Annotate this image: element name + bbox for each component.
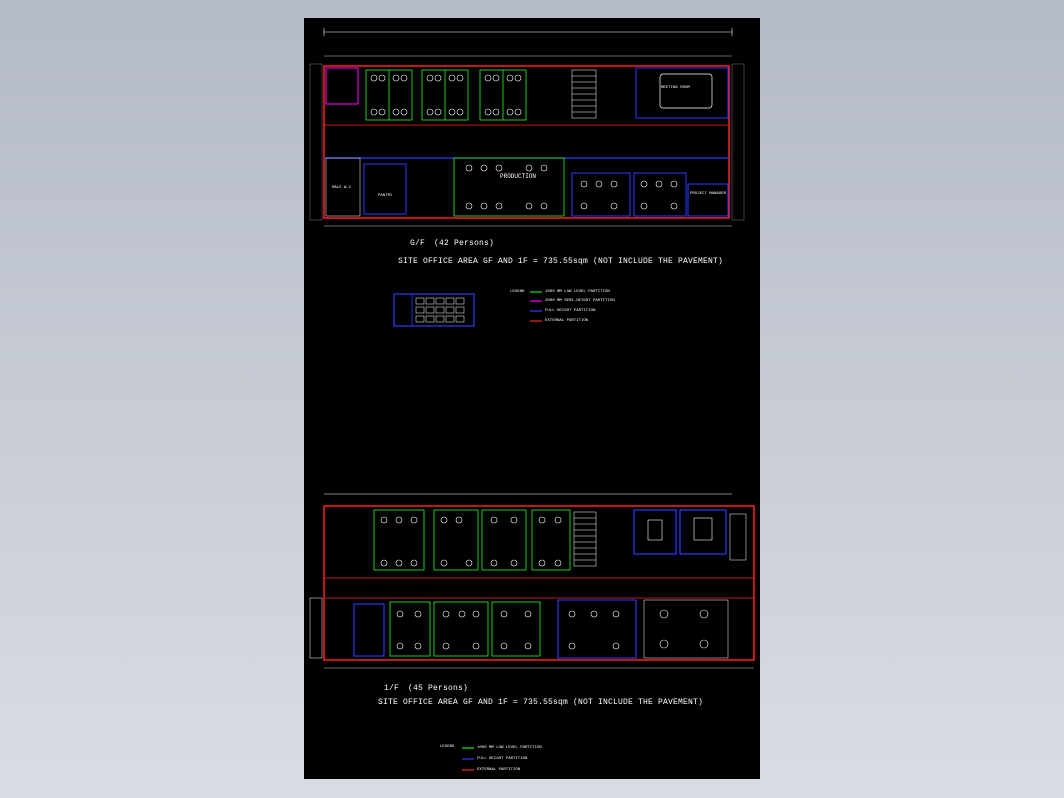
ff-legend-title: LEGEND (440, 745, 455, 749)
partition-key-plan (393, 293, 475, 327)
gf-meeting-room (635, 67, 729, 119)
gf-legend-title: LEGEND (510, 290, 525, 294)
ff-legend-item-3: EXTERNAL PARTITION (477, 768, 521, 772)
ff-legend-item-2: FULL HEIGHT PARTITION (477, 757, 528, 761)
ff-upper-workstations (373, 509, 571, 571)
ff-right-stair (729, 513, 747, 561)
gf-persons: (42 Persons) (434, 239, 495, 248)
ground-floor-plan (309, 28, 745, 227)
gf-office-partition (325, 67, 359, 105)
ff-legend-swatches (462, 747, 474, 771)
drawing-sheet: MEETING ROOM PRODUCTION MALE W.C PANTRY … (304, 18, 760, 779)
gf-left-pavement (309, 63, 323, 221)
gf-pantry (363, 163, 407, 215)
gf-legend-item-1: 1000 MM LOW LEVEL PARTITION (545, 290, 610, 294)
gf-right-pavement (731, 63, 745, 221)
ff-upper-chairs (380, 516, 562, 567)
ff-lower-chairs (396, 609, 709, 650)
gf-meeting-room-label: MEETING ROOM (661, 86, 690, 90)
gf-legend-item-4: EXTERNAL PARTITION (545, 319, 589, 323)
gf-office-a (571, 172, 631, 217)
gf-male-wc-label: MALE W.C (332, 186, 352, 190)
ff-office-a (633, 509, 677, 555)
gf-upper-workstations (365, 69, 527, 121)
ff-area-note: SITE OFFICE AREA GF AND 1F = 735.55sqm (… (378, 698, 704, 707)
ff-lower-workstations (389, 601, 541, 657)
gf-legend-swatches (530, 291, 542, 322)
first-floor-plan (309, 493, 755, 669)
gf-caption: G/F (410, 239, 426, 248)
gf-legend-item-3: FULL HEIGHT PARTITION (545, 309, 596, 313)
gf-production-label: PRODUCTION (500, 173, 537, 180)
ff-room-left (353, 603, 385, 657)
gf-area-note: SITE OFFICE AREA GF AND 1F = 735.55sqm (… (398, 257, 724, 266)
gf-legend-item-2: 2000 MM SEMI-HEIGHT PARTITION (545, 299, 615, 303)
gf-office-b (633, 172, 687, 217)
ff-external-stair (309, 597, 323, 659)
ff-legend-item-1: 1000 MM LOW LEVEL PARTITION (477, 746, 542, 750)
ff-persons: (45 Persons) (408, 684, 469, 693)
ff-staircase (573, 511, 597, 567)
ff-caption: 1/F (384, 684, 400, 693)
ff-office-c (557, 599, 637, 659)
floor-plan-drawing (309, 28, 755, 771)
gf-production (453, 157, 565, 217)
ff-office-b (679, 509, 727, 555)
ff-external-wall (323, 505, 755, 661)
gf-pantry-label: PANTRY (378, 194, 393, 198)
gf-meeting-table (659, 73, 713, 109)
gf-upper-chairs (370, 74, 522, 116)
ff-open-area (643, 599, 729, 659)
gf-project-manager-room (687, 183, 729, 217)
gf-staircase (571, 69, 597, 119)
gf-project-manager-label: PROJECT MANAGER (690, 192, 727, 196)
